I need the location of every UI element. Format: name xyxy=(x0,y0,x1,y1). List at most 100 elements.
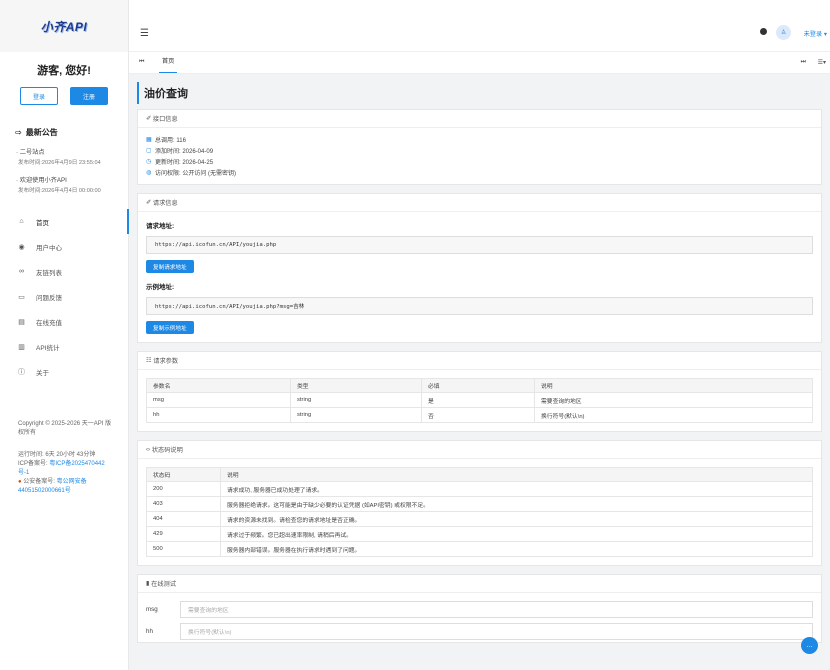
chat-icon[interactable]: … xyxy=(801,637,818,654)
test-card: ▮ 在线测试 msg 需要查询的地区 hh 换行符号(默认\n) xyxy=(137,574,822,643)
sidebar-item-user-center[interactable]: ◉ 用户中心 xyxy=(0,234,128,259)
main-content: 油价查询 ✐ 接口信息 ▦ 总调用: 116 ▢ 添加时间: 2026-04-09 … xyxy=(137,82,822,670)
notice-item[interactable]: · 二号站点 发布时间:2026年4月9日 23:55:04 xyxy=(16,147,128,166)
test-row: msg 需要查询的地区 xyxy=(138,598,821,620)
icp-label: ICP备案号: xyxy=(18,461,50,467)
example-url[interactable]: https://api.icofun.cn/API/youjia.php?msg… xyxy=(146,297,813,315)
example-url-label: 示例地址: xyxy=(146,284,175,291)
table-cell: 否 xyxy=(421,407,535,423)
copy-request-button[interactable]: 复制请求地址 xyxy=(146,260,194,273)
table-cell: 429 xyxy=(146,526,221,542)
notice-item-time: 发布时间:2026年4月9日 23:55:04 xyxy=(18,160,101,166)
table-header-row: 状态码 说明 xyxy=(146,467,813,482)
calendar-icon: ▢ xyxy=(146,148,152,154)
notice-item-title: 二号站点 xyxy=(19,149,45,156)
info-list: ▦ 总调用: 116 ▢ 添加时间: 2026-04-09 ◷ 更新时间: 2026-… xyxy=(138,128,821,184)
site-logo[interactable]: 小齐API xyxy=(41,18,88,35)
table-cell: 404 xyxy=(146,511,221,527)
login-button[interactable]: 登录 xyxy=(20,87,58,105)
info-row: ◷ 更新时间: 2026-04-25 xyxy=(146,156,813,167)
table-row: 429 请求过于频繁。您已超出速率限制, 请稍后再试。 xyxy=(146,526,813,542)
table-cell: 服务器内部错误。服务器在执行请求时遇到了问题。 xyxy=(220,541,813,557)
table-row: msg string 是 需要查询的地区 xyxy=(146,392,813,408)
table-row: 200 请求成功, 服务器已成功处理了请求。 xyxy=(146,481,813,497)
table-cell: 200 xyxy=(146,481,221,497)
tab-home[interactable]: 首页 xyxy=(159,52,178,73)
notice-item-time: 发布时间:2026年4月4日 00:00:00 xyxy=(18,188,101,194)
page-title: 油价查询 xyxy=(137,82,822,104)
key-icon: ◍ xyxy=(146,170,152,176)
sidebar-item-label: 用户中心 xyxy=(36,244,62,252)
notice-item[interactable]: · 欢迎使用小齐API 发布时间:2026年4月4日 00:00:00 xyxy=(16,175,128,194)
avatar[interactable]: ♙ xyxy=(776,25,791,40)
info-text: 更新时间: 2026-04-25 xyxy=(155,160,214,166)
table-row: 404 请求的资源未找到。请检查您的请求地址是否正确。 xyxy=(146,511,813,527)
tab-menu-icon[interactable]: ☰▾ xyxy=(818,59,826,66)
code-icon: ‹› xyxy=(146,446,151,453)
column-header: 类型 xyxy=(290,378,422,393)
menu-toggle-icon[interactable]: ☰ xyxy=(140,28,149,39)
table-cell: 需要查询的地区 xyxy=(534,392,813,408)
info-row: ▦ 总调用: 116 xyxy=(146,134,813,145)
sidebar-item-label: 友链列表 xyxy=(36,269,62,277)
card-title: 请求信息 xyxy=(152,200,178,207)
sidebar-item-home[interactable]: ⌂ 首页 xyxy=(0,209,129,234)
column-header: 参数名 xyxy=(146,378,291,393)
table-cell: 请求成功, 服务器已成功处理了请求。 xyxy=(220,481,813,497)
info-text: 访问权限: 公开访问 (无需密钥) xyxy=(155,171,236,177)
hh-input[interactable]: 换行符号(默认\n) xyxy=(180,622,813,640)
message-icon: ▭ xyxy=(18,293,25,301)
table-cell: 服务器拒绝请求。这可能是由于缺少必要的认证凭据 (如API密钥) 或权限不足。 xyxy=(220,496,813,512)
status-table: 状态码 说明 200 请求成功, 服务器已成功处理了请求。 403 服务器拒绝请求。… xyxy=(146,467,813,557)
table-row: 500 服务器内部错误。服务器在执行请求时遇到了问题。 xyxy=(146,541,813,557)
card-header: ▮ 在线测试 xyxy=(138,575,821,593)
column-header: 必填 xyxy=(421,378,535,393)
sidebar-item-label: 首页 xyxy=(36,219,49,227)
info-text: 总调用: 116 xyxy=(155,138,186,144)
field-label: hh xyxy=(146,627,153,635)
pencil-icon: ✐ xyxy=(146,115,152,122)
request-url[interactable]: https://api.icofun.cn/API/youjia.php xyxy=(146,236,813,254)
sidebar-item-label: 问题反馈 xyxy=(36,294,62,302)
police-badge-icon: ● xyxy=(18,479,22,485)
info-icon: ⓘ xyxy=(18,368,25,376)
card-title: 状态码说明 xyxy=(151,447,183,454)
sidebar-item-label: 在线充值 xyxy=(36,319,62,327)
user-menu[interactable]: 未登录 ▾ xyxy=(804,29,827,38)
sidebar-item-label: API统计 xyxy=(36,344,60,352)
tab-prev-icon[interactable]: ⏮ xyxy=(139,59,144,66)
info-card: ✐ 接口信息 ▦ 总调用: 116 ▢ 添加时间: 2026-04-09 ◷ 更新时间… xyxy=(137,109,822,185)
logo-area: 小齐API xyxy=(0,0,128,52)
tab-bar: ⏮ 首页 ⏭ ☰▾ xyxy=(129,52,830,74)
card-icon: ▤ xyxy=(18,318,25,326)
list-icon: ☷ xyxy=(146,357,152,364)
table-cell: 换行符号(默认\n) xyxy=(534,407,813,423)
greeting: 游客, 您好! xyxy=(37,65,91,77)
theme-icon[interactable] xyxy=(760,28,767,35)
card-header: ☷ 请求参数 xyxy=(138,352,821,370)
sidebar-item-feedback[interactable]: ▭ 问题反馈 xyxy=(0,284,128,309)
msg-input[interactable]: 需要查询的地区 xyxy=(180,600,813,618)
card-header: ‹› 状态码说明 xyxy=(138,441,821,459)
info-text: 添加时间: 2026-04-09 xyxy=(155,149,214,155)
sidebar-nav: ⌂ 首页 ◉ 用户中心 ∞ 友链列表 ▭ 问题反馈 ▤ 在线充值 ▥ API统计… xyxy=(0,209,129,384)
card-title: 请求参数 xyxy=(153,358,179,365)
column-header: 状态码 xyxy=(146,467,221,482)
link-icon: ∞ xyxy=(19,268,24,275)
sidebar-item-links[interactable]: ∞ 友链列表 xyxy=(0,259,128,284)
sidebar-item-label: 关于 xyxy=(36,369,49,377)
field-label: msg xyxy=(146,605,158,613)
sidebar-item-about[interactable]: ⓘ 关于 xyxy=(0,359,128,384)
sidebar: 小齐API 游客, 您好! 登录 注册 ⇨ 最新公告 · 二号站点 发布时间:2… xyxy=(0,0,129,670)
top-header: ☰ ♙ 未登录 ▾ xyxy=(129,0,830,52)
register-button[interactable]: 注册 xyxy=(70,87,108,105)
copy-example-button[interactable]: 复制示例地址 xyxy=(146,321,194,334)
sidebar-item-stats[interactable]: ▥ API统计 xyxy=(0,334,128,359)
tab-next-icon[interactable]: ⏭ xyxy=(801,59,806,66)
megaphone-icon: ⇨ xyxy=(15,128,22,137)
table-row: hh string 否 换行符号(默认\n) xyxy=(146,407,813,423)
table-cell: 是 xyxy=(421,392,535,408)
sidebar-item-recharge[interactable]: ▤ 在线充值 xyxy=(0,309,128,334)
table-cell: string xyxy=(290,392,422,408)
column-header: 说明 xyxy=(220,467,813,482)
